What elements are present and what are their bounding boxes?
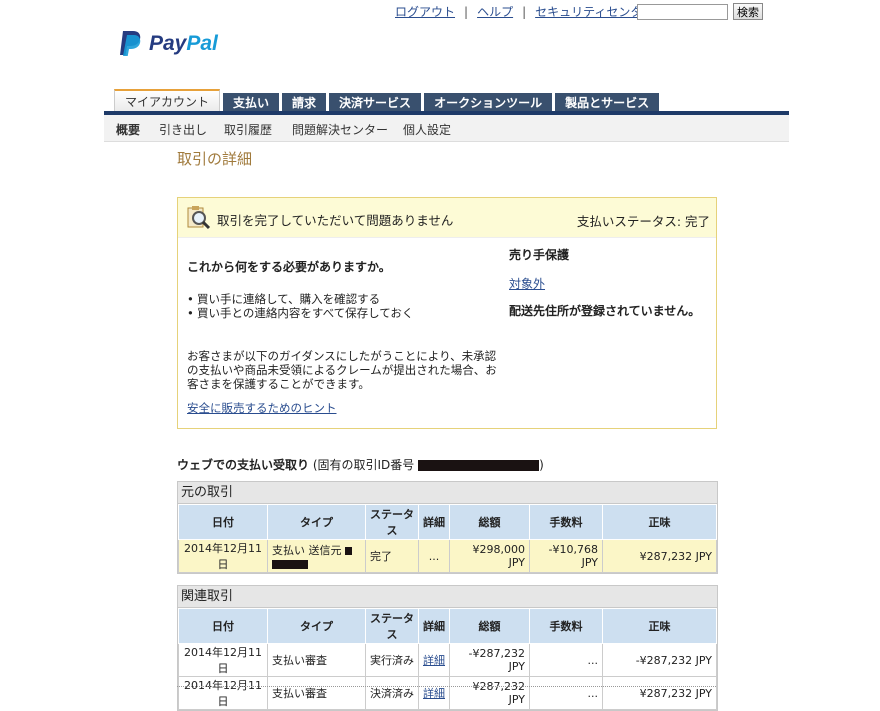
cell-net: ¥287,232 JPY <box>602 539 717 573</box>
col-date: 日付 <box>178 608 268 644</box>
notice-message: 取引を完了していただいて問題ありません <box>217 213 454 228</box>
search-input[interactable] <box>637 4 728 20</box>
cell-date: 2014年12月11日 <box>178 676 268 710</box>
col-status: ステータス <box>365 504 419 540</box>
list-item: 買い手に連絡して、購入を確認する <box>197 292 497 306</box>
tab-billing[interactable]: 請求 <box>282 93 327 113</box>
col-gross: 総額 <box>449 504 530 540</box>
page-title: 取引の詳細 <box>177 150 253 168</box>
cell-type: 支払い 送信元 <box>267 539 366 573</box>
cell-status: 実行済み <box>365 643 419 677</box>
cell-status: 完了 <box>365 539 419 573</box>
cell-gross: ¥287,232 JPY <box>449 676 530 710</box>
cell-date: 2014年12月11日 <box>178 539 268 573</box>
cell-fee: ... <box>529 643 603 677</box>
col-fee: 手数料 <box>529 504 603 540</box>
tab-products-services[interactable]: 製品とサービス <box>555 93 660 113</box>
col-type: タイプ <box>267 608 366 644</box>
col-net: 正味 <box>602 608 717 644</box>
cell-gross: ¥298,000 JPY <box>449 539 530 573</box>
related-transactions-table: 関連取引 日付 タイプ ステータス 詳細 総額 手数料 正味 2014年12月1… <box>177 585 718 711</box>
sub-nav: 概要 引き出し 取引履歴 問題解決センター 個人設定 <box>104 115 789 142</box>
transaction-id-suffix: ) <box>539 458 544 472</box>
cell-date: 2014年12月11日 <box>178 643 268 677</box>
cell-status: 決済済み <box>365 676 419 710</box>
cell-fee: -¥10,768 JPY <box>529 539 603 573</box>
original-transaction-table: 元の取引 日付 タイプ ステータス 詳細 総額 手数料 正味 2014年12月1… <box>177 481 718 574</box>
tab-my-account[interactable]: マイアカウント <box>114 89 221 113</box>
tab-merchant-services[interactable]: 決済サービス <box>329 93 422 113</box>
col-type: タイプ <box>267 504 366 540</box>
transaction-type-label: ウェブでの支払い受取り <box>177 458 310 472</box>
cell-fee: ... <box>529 676 603 710</box>
table-row: 2014年12月11日 支払い 送信元 完了 ... ¥298,000 JPY … <box>178 539 717 573</box>
table-row: 2014年12月11日 支払い審査 決済済み 詳細 ¥287,232 JPY .… <box>178 676 717 710</box>
list-item: 買い手との連絡内容をすべて保存しておく <box>197 306 497 320</box>
transaction-id-prefix: (固有の取引ID番号 <box>309 458 419 472</box>
table-caption: 元の取引 <box>178 482 717 504</box>
main-tabs: マイアカウント 支払い 請求 決済サービス オークションツール 製品とサービス <box>114 89 662 113</box>
col-net: 正味 <box>602 504 717 540</box>
subnav-history[interactable]: 取引履歴 <box>224 121 272 138</box>
divider <box>177 686 716 687</box>
tab-payments[interactable]: 支払い <box>223 93 280 113</box>
not-eligible-link[interactable]: 対象外 <box>509 275 709 292</box>
redacted-id <box>418 460 540 471</box>
table-header-row: 日付 タイプ ステータス 詳細 総額 手数料 正味 <box>178 608 717 644</box>
status-notice: 取引を完了していただいて問題ありません 支払いステータス: 完了 これから何をす… <box>177 197 717 429</box>
subnav-withdraw[interactable]: 引き出し <box>159 121 207 138</box>
notice-header: 取引を完了していただいて問題ありません 支払いステータス: 完了 <box>178 198 716 238</box>
guidance-question: これから何をする必要がありますか。 <box>187 260 391 274</box>
seller-protection: 売り手保護 対象外 配送先住所が登録されていません。 <box>509 246 709 319</box>
detail-link[interactable]: 詳細 <box>423 687 445 700</box>
tab-auction-tools[interactable]: オークションツール <box>424 93 553 113</box>
guidance-paragraph: お客さまが以下のガイダンスにしたがうことにより、未承認の支払いや商品未受領による… <box>187 349 497 391</box>
col-status: ステータス <box>365 608 419 644</box>
col-fee: 手数料 <box>529 608 603 644</box>
paypal-logo[interactable]: PayPal <box>119 30 218 57</box>
cell-type: 支払い審査 <box>267 676 366 710</box>
no-address-message: 配送先住所が登録されていません。 <box>509 304 701 318</box>
col-detail: 詳細 <box>418 608 450 644</box>
subnav-overview[interactable]: 概要 <box>116 121 140 138</box>
guidance-list: 買い手に連絡して、購入を確認する 買い手との連絡内容をすべて保存しておく <box>187 292 497 320</box>
detail-link[interactable]: 詳細 <box>423 654 445 667</box>
col-date: 日付 <box>178 504 268 540</box>
table-header-row: 日付 タイプ ステータス 詳細 総額 手数料 正味 <box>178 504 717 540</box>
cell-net: ¥287,232 JPY <box>602 676 717 710</box>
cell-net: -¥287,232 JPY <box>602 643 717 677</box>
paypal-wordmark: PayPal <box>149 31 218 55</box>
search-button[interactable]: 検索 <box>733 3 763 20</box>
col-detail: 詳細 <box>418 504 450 540</box>
table-row: 2014年12月11日 支払い審査 実行済み 詳細 -¥287,232 JPY … <box>178 643 717 677</box>
cell-detail: ... <box>418 539 450 573</box>
cell-gross: -¥287,232 JPY <box>449 643 530 677</box>
paypal-p-icon <box>120 31 141 56</box>
transaction-id-line: ウェブでの支払い受取り (固有の取引ID番号 ) <box>177 456 544 473</box>
separator: | <box>464 5 469 19</box>
clipboard-magnifier-icon <box>187 206 211 230</box>
subnav-profile[interactable]: 個人設定 <box>403 121 451 138</box>
payment-status: 支払いステータス: 完了 <box>576 214 710 229</box>
subnav-resolution-center[interactable]: 問題解決センター <box>292 121 388 138</box>
seller-protection-title: 売り手保護 <box>509 248 570 262</box>
notice-guidance: これから何をする必要がありますか。 買い手に連絡して、購入を確認する 買い手との… <box>187 258 497 416</box>
cell-type: 支払い審査 <box>267 643 366 677</box>
table-caption: 関連取引 <box>178 586 717 608</box>
logout-link[interactable]: ログアウト <box>395 5 455 19</box>
safe-selling-tips-link[interactable]: 安全に販売するためのヒント <box>187 400 497 416</box>
col-gross: 総額 <box>449 608 530 644</box>
separator: | <box>522 5 527 19</box>
top-links: ログアウト | ヘルプ | セキュリティセンター <box>395 3 654 20</box>
help-link[interactable]: ヘルプ <box>477 5 513 19</box>
